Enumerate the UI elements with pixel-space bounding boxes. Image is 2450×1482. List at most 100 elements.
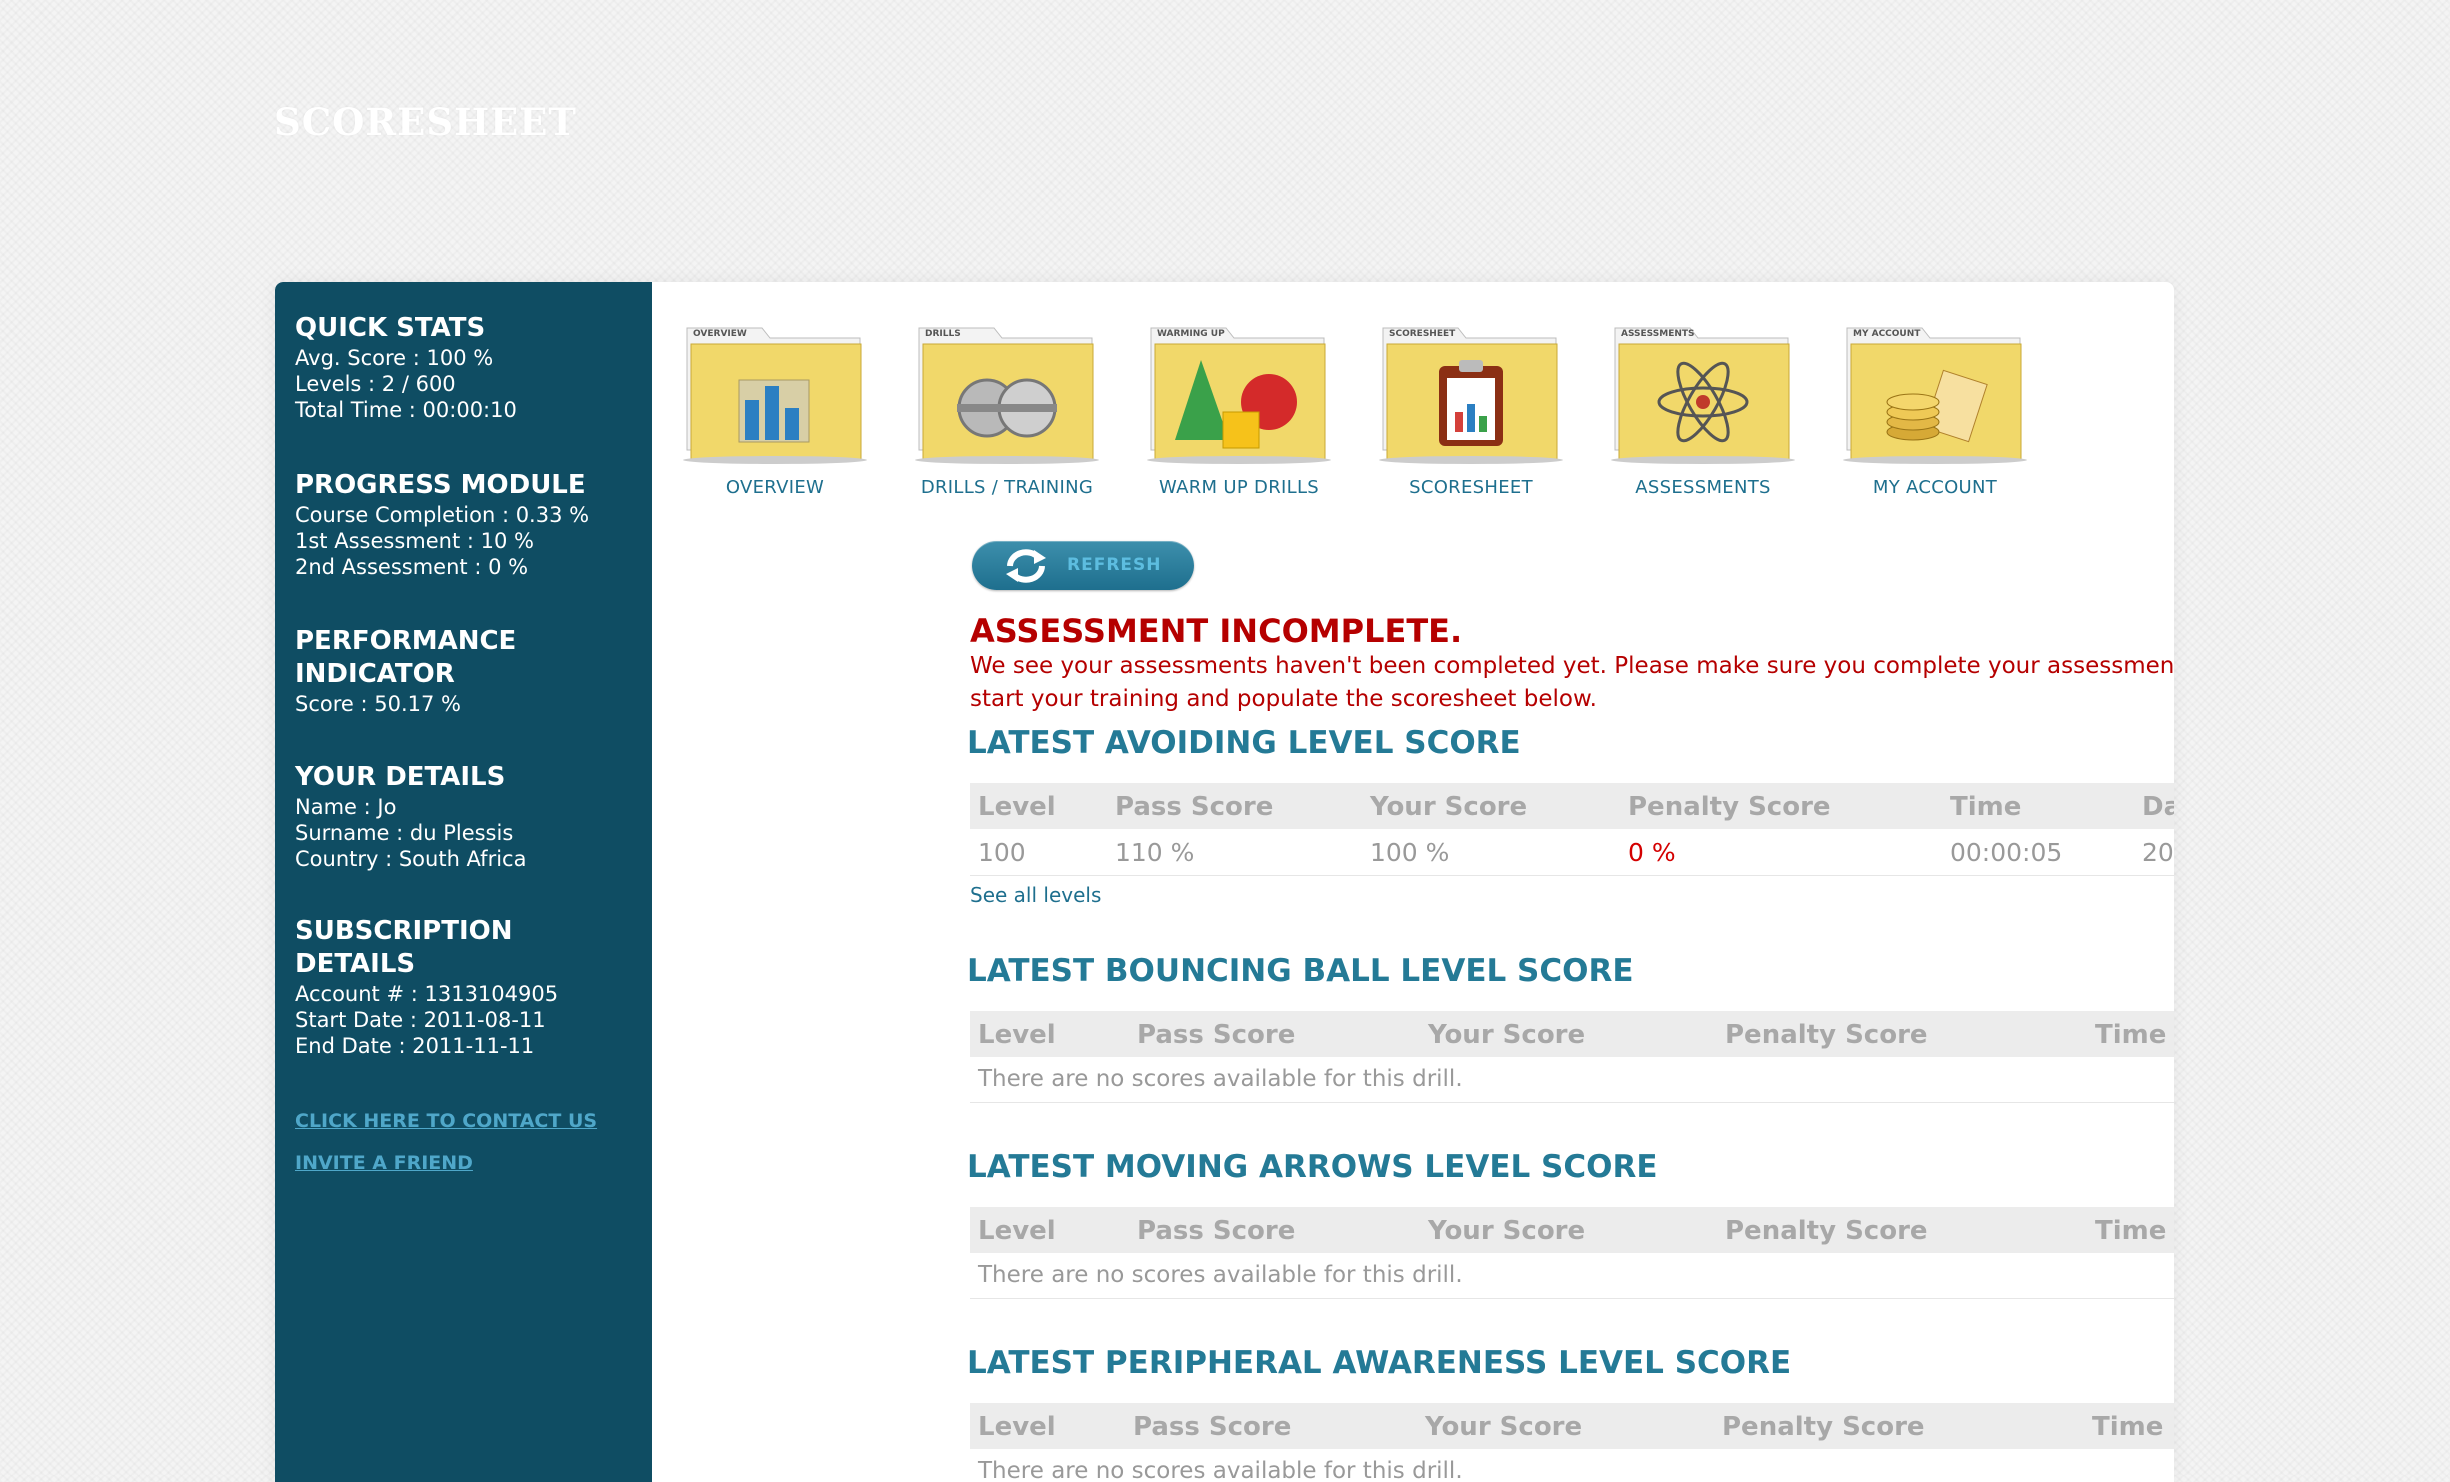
nav-scoresheet[interactable]: SCORESHEET SCORESHEET bbox=[1366, 320, 1576, 498]
nav-drills[interactable]: DRILLS DRILLS / TRAINING bbox=[902, 320, 1112, 498]
total-time: Total Time : 00:00:10 bbox=[295, 398, 517, 422]
refresh-label: REFRESH bbox=[1067, 555, 1162, 575]
folder-tab-label: WARMING UP bbox=[1157, 329, 1225, 339]
end-date: End Date : 2011-11-11 bbox=[295, 1034, 535, 1058]
cell-date: 2011 11 17 bbox=[2142, 838, 2174, 867]
nav-label: DRILLS / TRAINING bbox=[920, 477, 1094, 498]
account-number: Account # : 1313104905 bbox=[295, 982, 559, 1006]
empty-message: There are no scores available for this d… bbox=[978, 1262, 1463, 1288]
empty-message-row: There are no scores available for this d… bbox=[970, 1253, 2174, 1299]
nav-warm-up[interactable]: WARMING UP WARM UP DRILLS bbox=[1134, 320, 1344, 498]
peripheral-awareness-section-heading: LATEST PERIPHERAL AWARENESS LEVEL SCORE bbox=[967, 1345, 1792, 1381]
col-pass-score: Pass Score bbox=[1133, 1412, 1292, 1442]
bouncing-ball-section-heading: LATEST BOUNCING BALL LEVEL SCORE bbox=[967, 953, 1634, 989]
cell-your-score: 100 % bbox=[1370, 838, 1450, 867]
first-assessment: 1st Assessment : 10 % bbox=[295, 529, 534, 553]
col-level: Level bbox=[978, 1412, 1056, 1442]
avoiding-section-heading: LATEST AVOIDING LEVEL SCORE bbox=[967, 725, 1521, 761]
start-date: Start Date : 2011-08-11 bbox=[295, 1008, 546, 1032]
col-penalty-score: Penalty Score bbox=[1725, 1216, 1928, 1246]
nav-my-account[interactable]: MY ACCOUNT MY ACCOUNT bbox=[1830, 320, 2040, 498]
empty-message: There are no scores available for this d… bbox=[978, 1066, 1463, 1092]
your-details: YOUR DETAILS Name : Jo Surname : du Ples… bbox=[295, 761, 635, 872]
nav-label: ASSESSMENTS bbox=[1635, 477, 1771, 498]
col-level: Level bbox=[978, 792, 1056, 822]
performance-heading-line2: INDICATOR bbox=[295, 659, 455, 689]
col-your-score: Your Score bbox=[1425, 1412, 1583, 1442]
col-pass-score: Pass Score bbox=[1137, 1216, 1296, 1246]
name: Name : Jo bbox=[295, 795, 397, 819]
refresh-button[interactable]: REFRESH bbox=[972, 541, 1194, 590]
performance-score: Score : 50.17 % bbox=[295, 692, 461, 716]
folder-tab-label: OVERVIEW bbox=[693, 329, 747, 339]
col-date: Date bbox=[2142, 792, 2174, 822]
progress-module-heading: PROGRESS MODULE bbox=[295, 470, 586, 500]
performance-indicator: PERFORMANCE INDICATOR Score : 50.17 % bbox=[295, 625, 635, 717]
clipboard-icon: SCORESHEET bbox=[1379, 327, 1563, 464]
nav-label: MY ACCOUNT bbox=[1872, 477, 1998, 498]
avg-score: Avg. Score : 100 % bbox=[295, 346, 494, 370]
subscription-heading-line1: SUBSCRIPTION bbox=[295, 916, 513, 946]
col-your-score: Your Score bbox=[1428, 1020, 1586, 1050]
main-content: OVERVIEW OVERVIEW DRILLS DRILLS / TRAINI… bbox=[652, 282, 2174, 1482]
empty-message-row: There are no scores available for this d… bbox=[970, 1449, 2174, 1482]
nav-label: WARM UP DRILLS bbox=[1159, 477, 1319, 498]
shapes-icon: WARMING UP bbox=[1147, 327, 1331, 464]
second-assessment: 2nd Assessment : 0 % bbox=[295, 555, 529, 579]
empty-message: There are no scores available for this d… bbox=[978, 1458, 1463, 1482]
bouncing-ball-table-header: Level Pass Score Your Score Penalty Scor… bbox=[970, 1011, 2174, 1057]
atom-icon: ASSESSMENTS bbox=[1611, 327, 1795, 464]
col-time: Time bbox=[2095, 1216, 2167, 1246]
nav-assessments[interactable]: ASSESSMENTS ASSESSMENTS bbox=[1598, 320, 1808, 498]
refresh-icon bbox=[1006, 549, 1046, 583]
your-details-heading: YOUR DETAILS bbox=[295, 762, 506, 792]
cell-penalty-score: 0 % bbox=[1628, 838, 1676, 867]
nav-label: OVERVIEW bbox=[725, 477, 825, 498]
col-time: Time bbox=[2095, 1020, 2167, 1050]
bar-chart-icon: OVERVIEW bbox=[683, 327, 867, 464]
moving-arrows-section-heading: LATEST MOVING ARROWS LEVEL SCORE bbox=[967, 1149, 1658, 1185]
col-penalty-score: Penalty Score bbox=[1725, 1020, 1928, 1050]
cell-level: 100 bbox=[978, 838, 1026, 867]
col-time: Time bbox=[2092, 1412, 2164, 1442]
progress-module: PROGRESS MODULE Course Completion : 0.33… bbox=[295, 469, 635, 580]
nav-overview[interactable]: OVERVIEW OVERVIEW bbox=[670, 320, 880, 498]
subscription-details: SUBSCRIPTION DETAILS Account # : 1313104… bbox=[295, 915, 635, 1059]
surname: Surname : du Plessis bbox=[295, 821, 514, 845]
folder-tab-label: MY ACCOUNT bbox=[1853, 329, 1921, 339]
col-penalty-score: Penalty Score bbox=[1628, 792, 1831, 822]
empty-message-row: There are no scores available for this d… bbox=[970, 1057, 2174, 1103]
col-pass-score: Pass Score bbox=[1137, 1020, 1296, 1050]
col-level: Level bbox=[978, 1216, 1056, 1246]
folder-tab-label: ASSESSMENTS bbox=[1621, 329, 1695, 339]
peripheral-awareness-table-header: Level Pass Score Your Score Penalty Scor… bbox=[970, 1403, 2174, 1449]
cell-pass-score: 110 % bbox=[1115, 838, 1195, 867]
folder-tab-label: DRILLS bbox=[925, 329, 961, 339]
quick-stats: QUICK STATS Avg. Score : 100 % Levels : … bbox=[295, 312, 635, 423]
country: Country : South Africa bbox=[295, 847, 527, 871]
see-all-levels-link[interactable]: See all levels bbox=[970, 883, 1101, 907]
levels-count: Levels : 2 / 600 bbox=[295, 372, 456, 396]
col-penalty-score: Penalty Score bbox=[1722, 1412, 1925, 1442]
dumbbell-icon: DRILLS bbox=[915, 327, 1099, 464]
cell-time: 00:00:05 bbox=[1950, 838, 2063, 867]
folder-tab-label: SCORESHEET bbox=[1389, 329, 1456, 339]
col-your-score: Your Score bbox=[1428, 1216, 1586, 1246]
col-pass-score: Pass Score bbox=[1115, 792, 1274, 822]
col-level: Level bbox=[978, 1020, 1056, 1050]
course-completion: Course Completion : 0.33 % bbox=[295, 503, 590, 527]
coins-icon: MY ACCOUNT bbox=[1843, 327, 2027, 464]
contact-link[interactable]: CLICK HERE TO CONTACT US bbox=[295, 1110, 597, 1132]
quick-stats-heading: QUICK STATS bbox=[295, 313, 486, 343]
sidebar: QUICK STATS Avg. Score : 100 % Levels : … bbox=[275, 282, 652, 1482]
nav-label: SCORESHEET bbox=[1409, 477, 1533, 498]
avoiding-table-header: Level Pass Score Your Score Penalty Scor… bbox=[970, 783, 2174, 829]
subscription-heading-line2: DETAILS bbox=[295, 949, 416, 979]
content-panel: QUICK STATS Avg. Score : 100 % Levels : … bbox=[275, 282, 2174, 1482]
col-your-score: Your Score bbox=[1370, 792, 1528, 822]
moving-arrows-table-header: Level Pass Score Your Score Penalty Scor… bbox=[970, 1207, 2174, 1253]
alert-title: ASSESSMENT INCOMPLETE. bbox=[970, 612, 1463, 650]
col-time: Time bbox=[1950, 792, 2022, 822]
page-title: SCORESHEET bbox=[274, 100, 577, 144]
invite-friend-link[interactable]: INVITE A FRIEND bbox=[295, 1152, 473, 1174]
